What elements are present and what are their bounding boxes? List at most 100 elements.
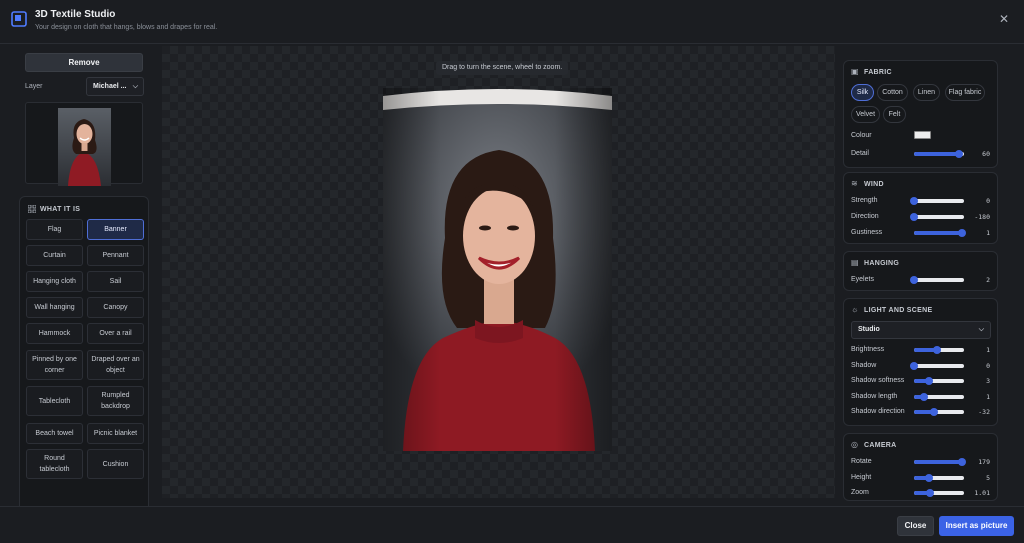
remove-button[interactable]: Remove <box>25 53 143 72</box>
light-slider-knob[interactable] <box>920 392 928 401</box>
camera-header: ◎ CAMERA <box>851 441 897 449</box>
footer: Close Insert as picture <box>0 506 1024 543</box>
what-it-is-option[interactable]: Flag <box>26 219 83 240</box>
light-value: -32 <box>978 408 990 416</box>
what-it-is-option[interactable]: Wall hanging <box>26 297 83 318</box>
detail-slider[interactable] <box>914 150 964 158</box>
wind-row-label: Direction <box>851 213 879 220</box>
what-it-is-option[interactable]: Hanging cloth <box>26 271 83 292</box>
light-title: LIGHT AND SCENE <box>864 306 933 314</box>
close-icon[interactable]: ✕ <box>998 13 1010 25</box>
camera-slider[interactable] <box>914 489 964 497</box>
wind-slider-knob[interactable] <box>957 229 966 237</box>
light-icon: ☼ <box>851 305 859 314</box>
layer-thumbnail[interactable] <box>58 108 111 186</box>
what-it-is-option[interactable]: Tablecloth <box>26 386 83 416</box>
scene-select[interactable]: Studio ⌵ <box>851 321 991 339</box>
what-it-is-option[interactable]: Hammock <box>26 323 83 344</box>
fabric-title: FABRIC <box>864 68 892 76</box>
hanging-value: 2 <box>986 276 990 284</box>
light-slider-knob[interactable] <box>925 377 933 385</box>
hanging-slider-knob[interactable] <box>910 276 918 284</box>
app-logo-icon <box>11 11 27 27</box>
what-it-is-option[interactable]: Beach towel <box>26 423 83 444</box>
light-value: 0 <box>986 361 990 370</box>
detail-slider-knob[interactable] <box>955 150 963 158</box>
layer-panel: Remove Layer Michael ... ⌵ <box>18 46 150 188</box>
what-it-is-option[interactable]: Pennant <box>87 245 144 266</box>
camera-slider[interactable] <box>914 458 966 466</box>
light-slider[interactable] <box>910 361 964 370</box>
chevron-down-icon: ⌵ <box>978 326 984 333</box>
light-slider[interactable] <box>914 377 964 385</box>
app-subtitle: Your design on cloth that hangs, blows a… <box>35 24 218 31</box>
what-it-is-option[interactable]: Over a rail <box>87 323 144 344</box>
light-row-label: Brightness <box>851 346 885 353</box>
wind-slider[interactable] <box>914 229 966 237</box>
what-it-is-option[interactable]: Sail <box>87 271 144 292</box>
detail-label: Detail <box>851 150 869 157</box>
camera-slider-knob[interactable] <box>957 458 966 466</box>
light-slider[interactable] <box>914 392 964 401</box>
camera-value: 179 <box>978 458 990 466</box>
hanging-slider[interactable] <box>910 276 964 284</box>
light-row-label: Shadow softness <box>851 377 905 384</box>
fabric-chip[interactable]: Silk <box>851 84 874 101</box>
wind-row-label: Gustiness <box>851 229 883 236</box>
wind-value: -180 <box>974 213 990 221</box>
light-slider[interactable] <box>914 346 964 354</box>
wind-slider-knob[interactable] <box>910 197 918 205</box>
insert-as-picture-button[interactable]: Insert as picture <box>939 516 1014 536</box>
fabric-chip[interactable]: Velvet <box>851 106 880 123</box>
fabric-chip[interactable]: Linen <box>913 84 940 101</box>
light-slider-knob[interactable] <box>930 408 938 416</box>
what-it-is-option[interactable]: Cushion <box>87 449 144 479</box>
layer-select[interactable]: Michael ... ⌵ <box>86 77 144 96</box>
light-slider-knob[interactable] <box>910 361 918 370</box>
camera-title: CAMERA <box>864 441 897 449</box>
wind-slider[interactable] <box>910 213 964 221</box>
colour-swatch[interactable] <box>914 131 931 139</box>
light-slider-knob[interactable] <box>932 346 941 354</box>
wind-slider[interactable] <box>910 197 964 205</box>
what-it-is-option[interactable]: Draped over an object <box>87 350 144 380</box>
camera-row-label: Height <box>851 473 872 481</box>
camera-slider-knob[interactable] <box>926 489 934 497</box>
camera-slider-fill <box>914 460 962 464</box>
fabric-chip[interactable]: Flag fabric <box>945 84 985 101</box>
what-it-is-option[interactable]: Banner <box>87 219 144 240</box>
hanging-panel: ▤ HANGING Eyelets 2 <box>843 251 998 291</box>
what-it-is-option[interactable]: Round tablecloth <box>26 449 83 479</box>
what-it-is-option[interactable]: Pinned by one corner <box>26 350 83 380</box>
what-it-is-option[interactable]: Curtain <box>26 245 83 266</box>
what-it-is-option[interactable]: Picnic blanket <box>87 423 144 444</box>
light-slider[interactable] <box>914 408 964 416</box>
camera-icon: ◎ <box>851 440 858 449</box>
wind-slider-fill <box>914 231 962 235</box>
wind-value: 0 <box>986 197 990 205</box>
fabric-icon: ▣ <box>851 67 859 76</box>
wind-row-label: Strength <box>851 197 878 204</box>
colour-label: Colour <box>851 132 872 139</box>
camera-slider[interactable] <box>914 473 964 482</box>
what-it-is-option[interactable]: Canopy <box>87 297 144 318</box>
wind-panel: ≋ WIND Strength 0 Direction -180 Gustiness 1 <box>843 172 998 244</box>
header: 3D Textile Studio Your design on cloth t… <box>0 0 1024 44</box>
chevron-down-icon: ⌵ <box>132 83 138 90</box>
light-row-label: Shadow <box>851 361 877 369</box>
camera-panel: ◎ CAMERA Rotate 179 Height 5 Zoom 1.01 <box>843 433 998 501</box>
fabric-chip[interactable]: Felt <box>883 106 906 123</box>
what-it-is-header: WHAT IT IS <box>28 205 80 213</box>
camera-value: 1.01 <box>974 489 990 497</box>
canvas-hint: Drag to turn the scene, wheel to zoom. <box>436 61 569 75</box>
camera-row-label: Rotate <box>851 458 872 465</box>
cloth-preview[interactable] <box>383 88 612 451</box>
3d-canvas[interactable]: Drag to turn the scene, wheel to zoom. <box>162 46 835 498</box>
wind-slider-knob[interactable] <box>910 213 918 221</box>
wind-value: 1 <box>986 229 990 237</box>
camera-slider-knob[interactable] <box>925 473 933 482</box>
light-value: 1 <box>986 392 990 401</box>
what-it-is-option[interactable]: Rumpled backdrop <box>87 386 144 416</box>
fabric-chip[interactable]: Cotton <box>877 84 908 101</box>
close-button[interactable]: Close <box>897 516 934 536</box>
